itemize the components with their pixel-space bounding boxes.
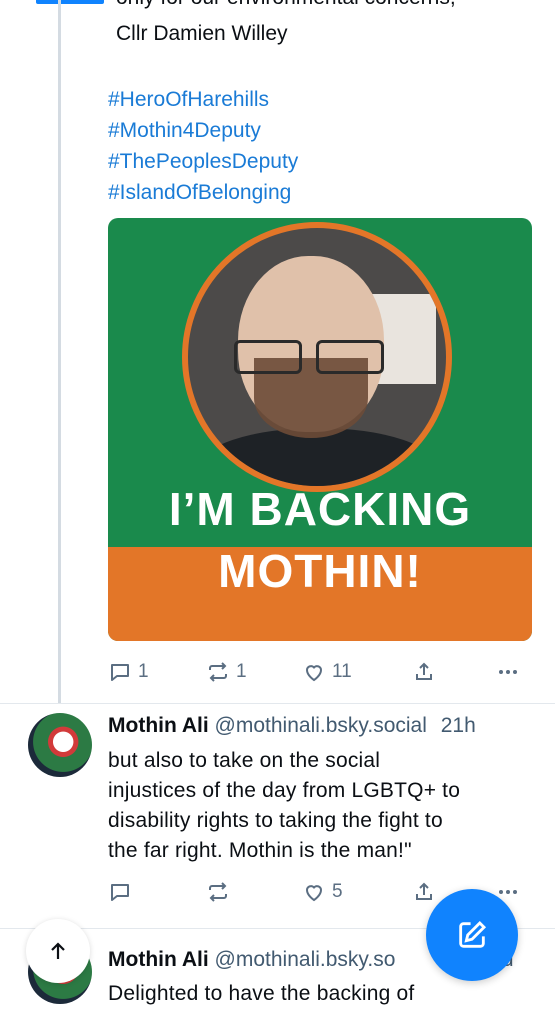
heart-icon (305, 665, 323, 682)
post-time[interactable]: 21h (441, 714, 476, 737)
more-button[interactable] (496, 660, 520, 684)
post-header: Mothin Ali @mothinali.bsky.social 21h (108, 714, 476, 738)
hashtag-link[interactable]: #Mothin4Deputy (108, 115, 298, 146)
hashtag-list: #HeroOfHarehills #Mothin4Deputy #ThePeop… (108, 84, 298, 208)
post-text-line: the far right. Mothin is the man!" (108, 839, 412, 862)
repost-button[interactable]: 1 (206, 660, 247, 684)
post-actions: 1 1 11 (108, 660, 528, 690)
post-body: but also to take on the social injustice… (108, 746, 460, 866)
post-text-line: disability rights to taking the fight to (108, 809, 443, 832)
post-body: Delighted to have the backing of (108, 982, 415, 1005)
post-divider (0, 703, 555, 704)
post-text-line: injustices of the day from LGBTQ+ to (108, 779, 461, 802)
image-banner-line1: I’M BACKING (168, 483, 472, 535)
share-button[interactable] (412, 660, 436, 684)
hashtag-link[interactable]: #HeroOfHarehills (108, 84, 298, 115)
author-handle[interactable]: @mothinali.bsky.so (215, 948, 396, 971)
share-button[interactable] (412, 880, 436, 904)
author-handle[interactable]: @mothinali.bsky.social (215, 714, 427, 737)
author-name[interactable]: Mothin Ali (108, 948, 209, 971)
post-text-line: but also to take on the social (108, 749, 381, 772)
glasses (234, 340, 384, 374)
like-button[interactable]: 11 (302, 660, 352, 684)
like-button[interactable]: 5 (302, 880, 343, 904)
arrow-up-icon (51, 942, 65, 959)
hashtag-link[interactable]: #IslandOfBelonging (108, 177, 298, 208)
compose-icon (459, 920, 487, 948)
scroll-to-top-button[interactable] (26, 919, 90, 983)
reply-button[interactable] (108, 880, 132, 904)
reply-count: 1 (138, 661, 149, 682)
post-signature: Cllr Damien Willey (116, 22, 288, 45)
share-icon (416, 882, 432, 900)
thread-line (58, 0, 61, 703)
more-icon (499, 670, 517, 674)
repost-icon (209, 662, 227, 682)
repost-count: 1 (236, 661, 247, 682)
like-count: 11 (332, 661, 352, 682)
avatar[interactable] (28, 713, 92, 777)
active-tab-indicator (36, 0, 104, 4)
author-name[interactable]: Mothin Ali (108, 714, 209, 737)
reply-button[interactable]: 1 (108, 660, 149, 684)
hashtag-link[interactable]: #ThePeoplesDeputy (108, 146, 298, 177)
repost-button[interactable] (206, 880, 230, 904)
heart-icon (305, 885, 323, 902)
reply-icon (111, 664, 129, 681)
post-text-cut: only for our environmental concerns, (116, 0, 456, 10)
reply-icon (111, 884, 129, 901)
repost-icon (209, 882, 227, 902)
share-icon (416, 662, 432, 680)
image-banner-line2: MOTHIN! (218, 545, 422, 597)
compose-button[interactable] (426, 889, 518, 981)
portrait-photo (182, 222, 452, 492)
post-image[interactable]: I’M BACKING MOTHIN! (108, 218, 532, 641)
like-count: 5 (332, 881, 343, 902)
